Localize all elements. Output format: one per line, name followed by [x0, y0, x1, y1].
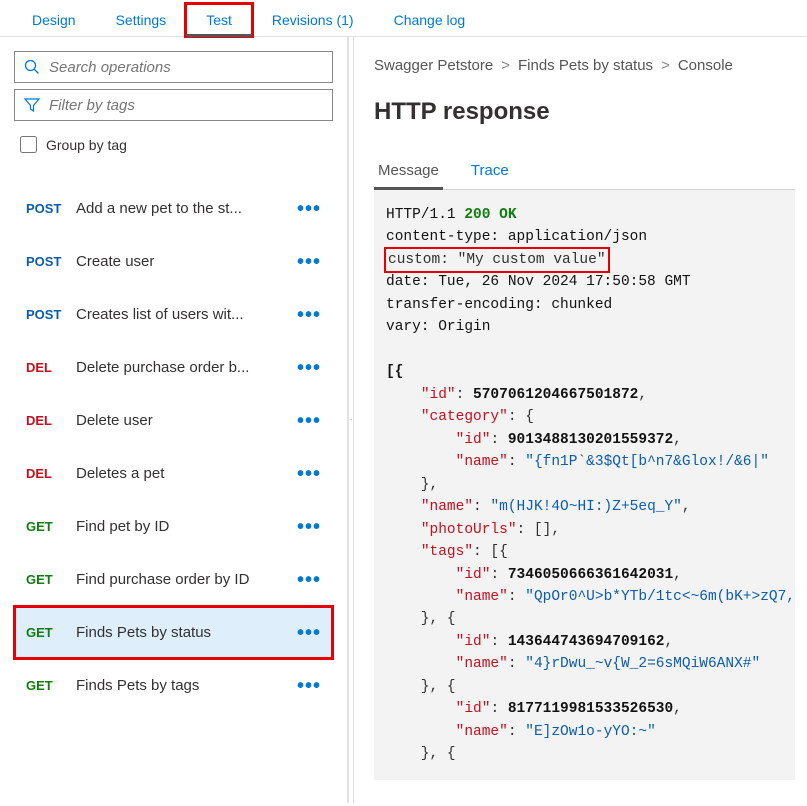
- more-actions-icon[interactable]: •••: [289, 255, 329, 269]
- operation-label: Deletes a pet: [68, 465, 289, 482]
- operation-item[interactable]: GETFind pet by ID•••: [14, 500, 333, 553]
- operation-label: Create user: [68, 253, 289, 270]
- operation-label: Find purchase order by ID: [68, 571, 289, 588]
- top-tabs: DesignSettingsTestRevisions (1)Change lo…: [0, 0, 807, 37]
- response-pane: Swagger Petstore > Finds Pets by status > Co…: [354, 37, 807, 803]
- group-by-tag-label: Group by tag: [46, 137, 127, 153]
- operation-label: Finds Pets by status: [68, 624, 289, 641]
- operation-method: GET: [18, 519, 68, 534]
- filter-tags-box[interactable]: [14, 89, 333, 121]
- operation-label: Delete purchase order b...: [68, 359, 289, 376]
- operation-method: DEL: [18, 413, 68, 428]
- operation-label: Delete user: [68, 412, 289, 429]
- operations-list: POSTAdd a new pet to the st...•••POSTCre…: [14, 182, 333, 712]
- operation-method: POST: [18, 201, 68, 216]
- operation-label: Add a new pet to the st...: [68, 200, 289, 217]
- response-header: vary: Origin: [386, 319, 490, 335]
- operation-item[interactable]: DELDelete user•••: [14, 394, 333, 447]
- page-title: HTTP response: [374, 98, 795, 126]
- operation-item[interactable]: DELDelete purchase order b...•••: [14, 341, 333, 394]
- operation-method: GET: [18, 625, 68, 640]
- response-header: transfer-encoding: chunked: [386, 297, 612, 313]
- tab-settings[interactable]: Settings: [96, 4, 187, 36]
- more-actions-icon[interactable]: •••: [289, 679, 329, 693]
- more-actions-icon[interactable]: •••: [289, 308, 329, 322]
- tab-test[interactable]: Test: [186, 4, 252, 36]
- search-input[interactable]: [47, 58, 324, 77]
- operation-item[interactable]: GETFinds Pets by status•••: [14, 606, 333, 659]
- operation-item[interactable]: POSTAdd a new pet to the st...•••: [14, 182, 333, 235]
- operation-label: Creates list of users wit...: [68, 306, 289, 323]
- response-tab-message[interactable]: Message: [374, 154, 443, 189]
- operation-item[interactable]: POSTCreates list of users wit...•••: [14, 288, 333, 341]
- response-tabs: Message Trace: [374, 154, 795, 190]
- status-code: 200 OK: [464, 207, 516, 223]
- breadcrumb: Swagger Petstore > Finds Pets by status > Co…: [374, 57, 795, 74]
- chevron-right-icon: >: [661, 57, 670, 74]
- operation-method: GET: [18, 678, 68, 693]
- operation-label: Find pet by ID: [68, 518, 289, 535]
- response-header-highlighted: custom: "My custom value": [386, 249, 608, 271]
- response-header: content-type: application/json: [386, 229, 647, 245]
- more-actions-icon[interactable]: •••: [289, 202, 329, 216]
- filter-input[interactable]: [47, 96, 324, 115]
- breadcrumb-item[interactable]: Swagger Petstore: [374, 57, 493, 74]
- more-actions-icon[interactable]: •••: [289, 626, 329, 640]
- status-line: HTTP/1.1 200 OK: [386, 207, 517, 223]
- operation-label: Finds Pets by tags: [68, 677, 289, 694]
- more-actions-icon[interactable]: •••: [289, 520, 329, 534]
- more-actions-icon[interactable]: •••: [289, 467, 329, 481]
- operation-item[interactable]: POSTCreate user•••: [14, 235, 333, 288]
- chevron-right-icon: >: [501, 57, 510, 74]
- tab-revisions-1-[interactable]: Revisions (1): [252, 4, 374, 36]
- more-actions-icon[interactable]: •••: [289, 573, 329, 587]
- operation-item[interactable]: GETFind purchase order by ID•••: [14, 553, 333, 606]
- operation-item[interactable]: GETFinds Pets by tags•••: [14, 659, 333, 712]
- search-icon: [23, 58, 41, 76]
- operations-sidebar: Group by tag POSTAdd a new pet to the st…: [0, 37, 348, 803]
- more-actions-icon[interactable]: •••: [289, 361, 329, 375]
- filter-icon: [23, 96, 41, 114]
- operation-method: POST: [18, 307, 68, 322]
- tab-design[interactable]: Design: [12, 4, 96, 36]
- group-by-tag-checkbox[interactable]: [20, 136, 37, 153]
- tab-change-log[interactable]: Change log: [374, 4, 486, 36]
- response-header: date: Tue, 26 Nov 2024 17:50:58 GMT: [386, 274, 691, 290]
- group-by-tag-toggle[interactable]: Group by tag: [14, 127, 333, 172]
- operation-method: DEL: [18, 466, 68, 481]
- more-actions-icon[interactable]: •••: [289, 414, 329, 428]
- operation-method: GET: [18, 572, 68, 587]
- breadcrumb-item: Console: [678, 57, 733, 74]
- operation-method: POST: [18, 254, 68, 269]
- response-body: HTTP/1.1 200 OK content-type: applicatio…: [374, 190, 795, 780]
- search-operations-box[interactable]: [14, 51, 333, 83]
- operation-item[interactable]: DELDeletes a pet•••: [14, 447, 333, 500]
- response-tab-trace[interactable]: Trace: [467, 154, 513, 189]
- operation-method: DEL: [18, 360, 68, 375]
- breadcrumb-item[interactable]: Finds Pets by status: [518, 57, 653, 74]
